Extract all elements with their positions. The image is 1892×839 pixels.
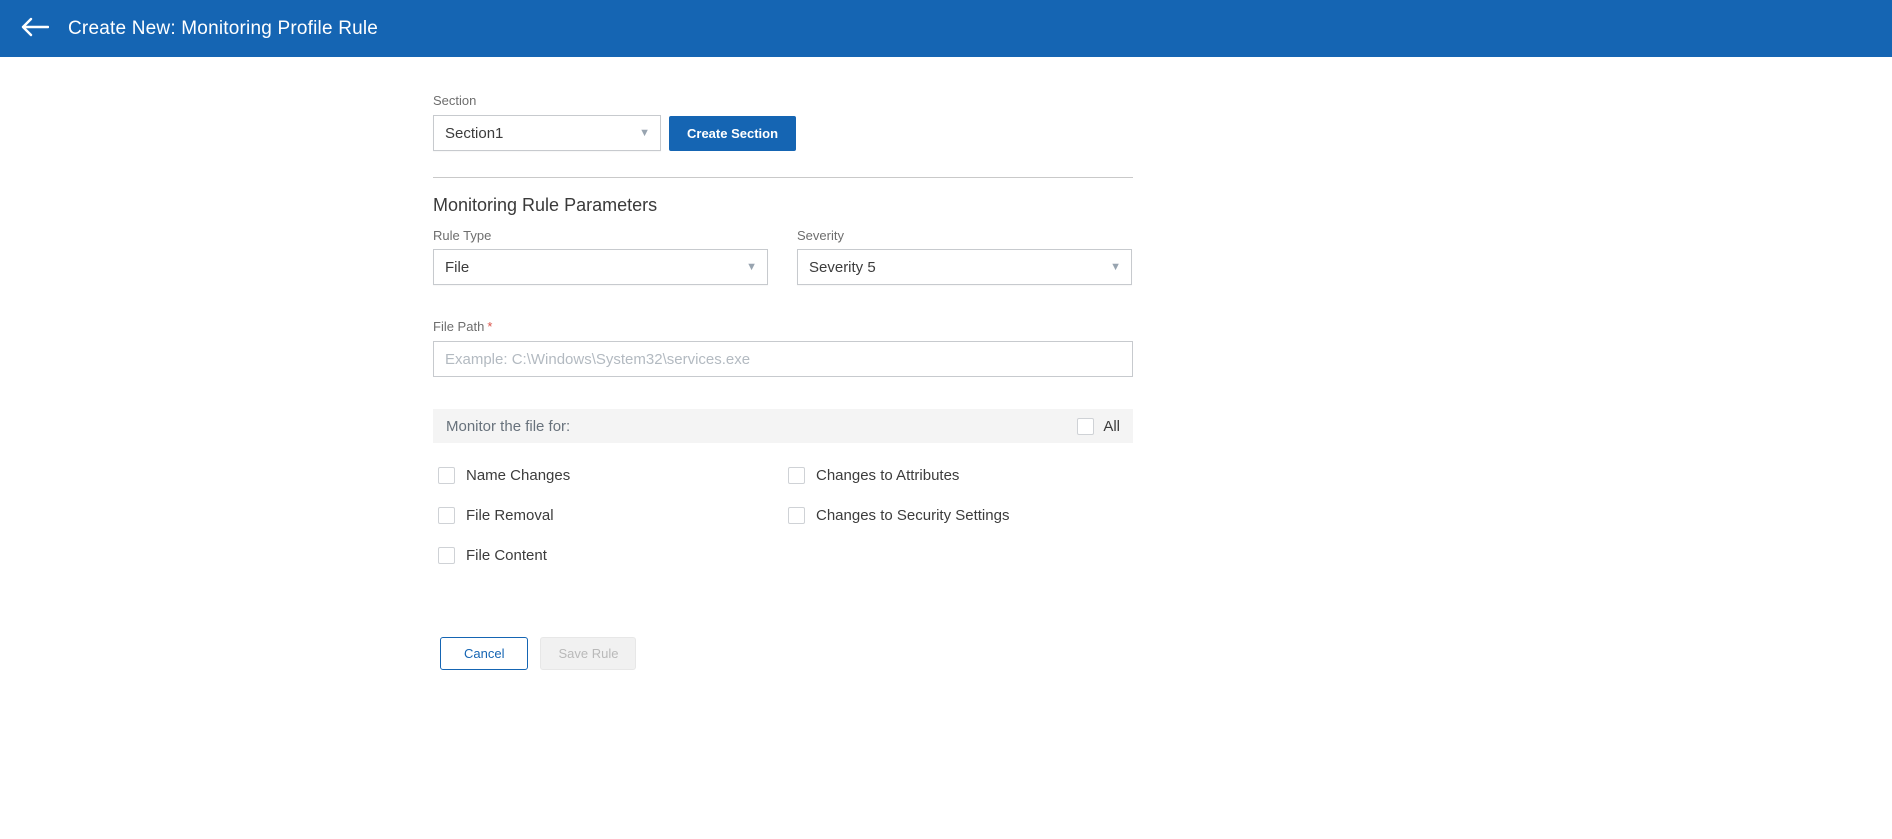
arrow-left-icon [21,17,49,40]
rule-type-label: Rule Type [433,228,768,244]
file-content-label: File Content [466,547,547,564]
page-title: Create New: Monitoring Profile Rule [68,18,378,40]
file-path-input[interactable] [433,341,1133,377]
form-actions: Cancel Save Rule [433,637,1133,670]
option-file-removal: File Removal [438,495,788,535]
required-asterisk: * [487,319,492,334]
chevron-down-icon: ▼ [1110,261,1121,273]
parameters-heading: Monitoring Rule Parameters [433,194,1133,216]
option-changes-security: Changes to Security Settings [788,495,1009,535]
severity-label: Severity [797,228,1132,244]
file-path-field: File Path* [433,319,1133,377]
option-file-content: File Content [438,535,788,575]
monitor-options-right-column: Changes to Attributes Changes to Securit… [788,455,1009,575]
option-changes-attributes: Changes to Attributes [788,455,1009,495]
changes-to-attributes-checkbox[interactable] [788,467,805,484]
severity-dropdown[interactable]: Severity 5 ▼ [797,249,1132,285]
section-dropdown-value: Section1 [445,125,503,142]
changes-to-security-settings-checkbox[interactable] [788,507,805,524]
create-rule-form: Section Section1 ▼ Create Section Monito… [433,93,1133,670]
name-changes-checkbox[interactable] [438,467,455,484]
save-rule-button[interactable]: Save Rule [540,637,636,670]
chevron-down-icon: ▼ [639,127,650,139]
rule-type-severity-row: Rule Type File ▼ Severity Severity 5 ▼ [433,228,1133,285]
all-checkbox-wrap: All [1077,418,1120,435]
all-checkbox[interactable] [1077,418,1094,435]
create-section-button[interactable]: Create Section [669,116,796,151]
monitor-options-left-column: Name Changes File Removal File Content [438,455,788,575]
severity-field: Severity Severity 5 ▼ [797,228,1132,285]
changes-to-attributes-label: Changes to Attributes [816,467,959,484]
changes-to-security-settings-label: Changes to Security Settings [816,507,1009,524]
severity-dropdown-value: Severity 5 [809,259,876,276]
file-removal-checkbox[interactable] [438,507,455,524]
rule-type-field: Rule Type File ▼ [433,228,768,285]
monitor-options: Name Changes File Removal File Content C… [433,455,1133,575]
rule-type-dropdown[interactable]: File ▼ [433,249,768,285]
back-button[interactable] [18,12,52,46]
all-checkbox-label: All [1103,418,1120,435]
file-path-label: File Path* [433,319,1133,335]
file-removal-label: File Removal [466,507,554,524]
option-name-changes: Name Changes [438,455,788,495]
divider [433,177,1133,178]
file-content-checkbox[interactable] [438,547,455,564]
header-bar: Create New: Monitoring Profile Rule [0,0,1892,57]
cancel-button[interactable]: Cancel [440,637,528,670]
section-dropdown[interactable]: Section1 ▼ [433,115,661,151]
rule-type-dropdown-value: File [445,259,469,276]
section-row: Section1 ▼ Create Section [433,115,1133,151]
monitor-section-header: Monitor the file for: All [433,409,1133,443]
section-label: Section [433,93,1133,109]
name-changes-label: Name Changes [466,467,570,484]
monitor-section-title: Monitor the file for: [446,418,570,435]
chevron-down-icon: ▼ [746,261,757,273]
